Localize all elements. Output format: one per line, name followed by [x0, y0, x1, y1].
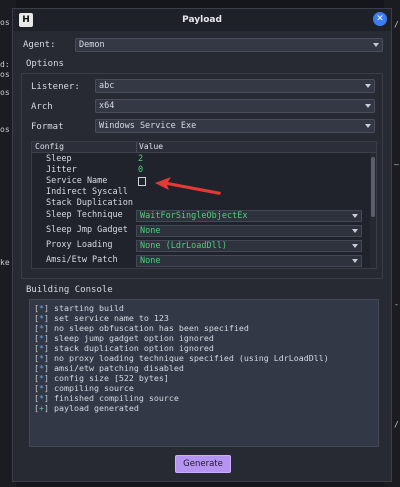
- proxy-loading-select[interactable]: None (LdrLoadDll): [136, 240, 362, 252]
- sleep-jmp-gadget-value: None: [140, 226, 161, 236]
- table-row[interactable]: Amsi/Etw Patch None: [32, 255, 372, 267]
- background-text: d:: [0, 60, 10, 69]
- arch-label: Arch: [31, 102, 53, 112]
- console-line: [*] starting build: [34, 303, 124, 313]
- chevron-down-icon: [373, 43, 379, 47]
- close-button[interactable]: ✕: [373, 12, 387, 26]
- config-table-scrollbar[interactable]: [370, 153, 376, 268]
- chevron-down-icon: [352, 244, 358, 248]
- console-line: [+] payload generated: [34, 403, 139, 413]
- background-text: os: [0, 125, 10, 134]
- config-value[interactable]: 0: [138, 165, 143, 176]
- console-line: [*] finished compiling source: [34, 393, 179, 403]
- console-line: [*] config size [522 bytes]: [34, 373, 169, 383]
- background-text: os: [0, 70, 10, 79]
- column-divider: [136, 142, 137, 153]
- title-bar[interactable]: H Payload ✕: [13, 9, 391, 31]
- options-group-title: Options: [26, 59, 64, 69]
- column-header-config: Config: [35, 142, 64, 151]
- amsi-etw-patch-select[interactable]: None: [136, 255, 362, 267]
- background-text: ke: [0, 258, 10, 267]
- format-label: Format: [31, 122, 64, 132]
- background-text: /: [394, 420, 399, 429]
- background-text: -: [394, 300, 399, 309]
- table-row[interactable]: Jitter 0: [32, 165, 372, 176]
- service-name-input[interactable]: [138, 177, 146, 186]
- agent-label: Agent:: [23, 40, 56, 50]
- config-key: Amsi/Etw Patch: [46, 255, 118, 265]
- table-row[interactable]: Sleep Technique WaitForSingleObjectEx: [32, 210, 372, 222]
- sleep-technique-select[interactable]: WaitForSingleObjectEx: [136, 210, 362, 222]
- config-key: Sleep: [46, 154, 72, 164]
- sleep-technique-value: WaitForSingleObjectEx: [140, 211, 248, 221]
- background-text: os: [0, 18, 10, 27]
- amsi-etw-patch-value: None: [140, 256, 161, 266]
- config-table-header: Config Value: [32, 142, 376, 153]
- format-select[interactable]: Windows Service Exe: [95, 119, 375, 133]
- console-line: [*] no sleep obfuscation has been specif…: [34, 323, 249, 333]
- window-title: Payload: [182, 15, 222, 25]
- config-key: Sleep Technique: [46, 210, 123, 220]
- arch-select-value: x64: [99, 101, 115, 111]
- config-table: Config Value Sleep 2 Jitter 0 Service Na…: [31, 141, 377, 269]
- close-icon: ✕: [376, 14, 384, 24]
- background-text: os: [0, 88, 10, 97]
- listener-select[interactable]: abc: [95, 79, 375, 93]
- config-key: Sleep Jmp Gadget: [46, 225, 128, 235]
- background-text: /: [394, 20, 399, 29]
- table-row[interactable]: Stack Duplication: [32, 198, 372, 209]
- console-line: [*] no proxy loading technique specified…: [34, 353, 329, 363]
- chevron-down-icon: [352, 229, 358, 233]
- building-console[interactable]: [*] starting build [*] set service name …: [29, 299, 379, 447]
- column-header-value: Value: [139, 142, 164, 151]
- sleep-jmp-gadget-select[interactable]: None: [136, 225, 362, 237]
- chevron-down-icon: [365, 124, 371, 128]
- background-text: –: [394, 160, 399, 169]
- config-key: Proxy Loading: [46, 240, 113, 250]
- console-title: Building Console: [26, 285, 113, 295]
- config-value[interactable]: 2: [138, 154, 143, 165]
- listener-label: Listener:: [31, 82, 80, 92]
- chevron-down-icon: [352, 214, 358, 218]
- config-key: Indirect Syscall: [46, 187, 128, 197]
- proxy-loading-value: None (LdrLoadDll): [140, 241, 227, 251]
- config-key: Stack Duplication: [46, 198, 133, 208]
- arrow-shape: [155, 177, 221, 195]
- console-line: [*] compiling source: [34, 383, 134, 393]
- app-icon: H: [19, 13, 33, 27]
- console-line: [*] amsi/etw patching disabled: [34, 363, 184, 373]
- payload-dialog: H Payload ✕ Agent: Demon Options Listene…: [12, 8, 392, 482]
- config-key: Jitter: [46, 165, 77, 175]
- chevron-down-icon: [365, 84, 371, 88]
- listener-select-value: abc: [99, 81, 115, 91]
- chevron-down-icon: [352, 259, 358, 263]
- scrollbar-thumb[interactable]: [371, 157, 375, 217]
- table-row[interactable]: Sleep 2: [32, 154, 372, 165]
- console-line: [*] set service name to 123: [34, 313, 169, 323]
- arch-select[interactable]: x64: [95, 99, 375, 113]
- generate-button[interactable]: Generate: [175, 455, 231, 473]
- config-key: Service Name: [46, 176, 108, 186]
- console-line: [*] stack duplication option ignored: [34, 343, 214, 353]
- table-row[interactable]: Sleep Jmp Gadget None: [32, 225, 372, 237]
- red-arrow-annotation: [155, 177, 221, 195]
- console-line: [*] sleep jump gadget option ignored: [34, 333, 214, 343]
- agent-select[interactable]: Demon: [75, 38, 383, 52]
- table-row[interactable]: Proxy Loading None (LdrLoadDll): [32, 240, 372, 252]
- chevron-down-icon: [365, 104, 371, 108]
- format-select-value: Windows Service Exe: [99, 121, 197, 131]
- agent-select-value: Demon: [79, 40, 105, 50]
